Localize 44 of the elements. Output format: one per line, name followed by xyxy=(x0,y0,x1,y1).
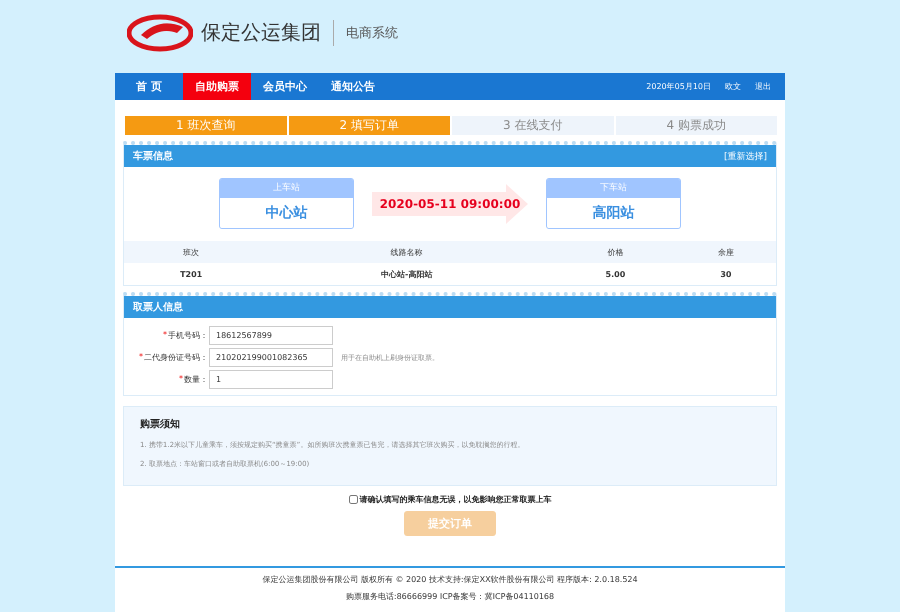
nav-tab[interactable]: 会员中心 xyxy=(251,73,319,100)
nav-link[interactable]: 欧文 xyxy=(725,73,741,100)
reselect-link[interactable]: [重新选择] xyxy=(724,150,767,162)
column-header: 余座 xyxy=(676,241,776,263)
step-item: 1 班次查询 xyxy=(123,116,286,135)
input-field[interactable]: 210202199001082365 xyxy=(209,348,333,367)
column-header: 班次 xyxy=(124,241,258,263)
system-name: 电商系统 xyxy=(346,24,398,42)
input-field[interactable]: 1 xyxy=(209,370,333,389)
station-name: 高阳站 xyxy=(592,204,636,223)
table-cell: 30 xyxy=(676,263,776,285)
station-caption: 上车站 xyxy=(220,179,353,198)
input-field[interactable]: 18612567899 xyxy=(209,326,333,345)
column-header: 线路名称 xyxy=(258,241,555,263)
table-cell: 5.00 xyxy=(554,263,676,285)
table-cell: 中心站-高阳站 xyxy=(258,263,555,285)
required-mark: * xyxy=(163,330,167,341)
date-label: 2020年05月10日 xyxy=(646,81,711,93)
company-name: 保定公运集团 xyxy=(201,19,321,46)
section-title: 车票信息 xyxy=(133,149,173,163)
notice-title: 购票须知 xyxy=(140,418,181,431)
footer-text: 保定公运集团股份有限公司 版权所有 © 2020 技术支持:保定XX软件股份有限公司 程序版本: 2.0.18.524 xyxy=(261,574,639,585)
nav-tab[interactable]: 自助购票 xyxy=(183,73,251,100)
field-label: 手机号码： xyxy=(168,330,208,341)
section-title: 取票人信息 xyxy=(133,300,183,314)
table-cell: T201 xyxy=(124,263,258,285)
column-header: 价格 xyxy=(554,241,676,263)
required-mark: * xyxy=(179,374,183,385)
nav-link[interactable]: 退出 xyxy=(755,73,771,100)
logo-icon xyxy=(127,12,193,52)
field-label: 数量： xyxy=(184,374,208,385)
field-label: 二代身份证号码： xyxy=(144,352,208,363)
step-item: 2 填写订单 xyxy=(286,116,450,135)
step-item: 3 在线支付 xyxy=(450,116,614,135)
step-item: 4 购票成功 xyxy=(614,116,777,135)
confirm-label: 请确认填写的乘车信息无误，以免影响您正常取票上车 xyxy=(360,494,552,505)
station-name: 中心站 xyxy=(264,204,308,223)
station-caption: 下车站 xyxy=(547,179,680,198)
nav-tab[interactable]: 首 页 xyxy=(115,73,183,100)
confirm-checkbox[interactable] xyxy=(348,495,358,504)
required-mark: * xyxy=(139,352,143,363)
footer-text: 购票服务电话:86666999 ICP备案号：冀ICP备04110168 xyxy=(344,591,556,602)
departure-time: 2020-05-11 09:00:00 xyxy=(380,196,520,210)
nav-tab[interactable]: 通知公告 xyxy=(319,73,387,100)
